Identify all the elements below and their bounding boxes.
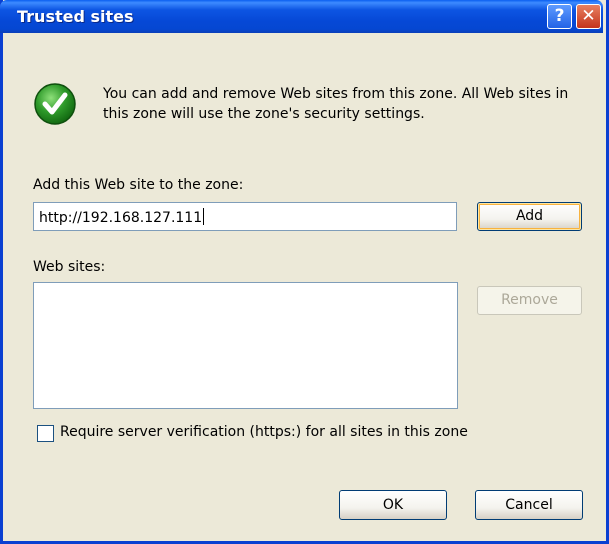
text-caret [203, 208, 205, 225]
help-button[interactable]: ? [547, 4, 572, 29]
https-verification-checkbox[interactable] [37, 425, 54, 442]
add-site-label: Add this Web site to the zone: [33, 177, 244, 193]
add-button[interactable]: Add [477, 202, 582, 231]
close-button[interactable]: ✕ [576, 4, 601, 29]
zone-description: You can add and remove Web sites from th… [103, 86, 569, 122]
title-bar[interactable]: Trusted sites ? ✕ [0, 0, 603, 33]
web-sites-label: Web sites: [33, 259, 106, 275]
close-icon: ✕ [581, 6, 596, 26]
remove-button[interactable]: Remove [477, 286, 582, 315]
https-verification-label[interactable]: Require server verification (https:) for… [60, 424, 468, 440]
site-url-input[interactable]: http://192.168.127.111 [33, 202, 457, 231]
ok-button[interactable]: OK [339, 490, 447, 520]
web-sites-list[interactable] [33, 282, 458, 409]
dialog-title: Trusted sites [17, 7, 134, 26]
help-icon: ? [554, 6, 565, 26]
green-checkmark-icon [34, 83, 76, 125]
cancel-button[interactable]: Cancel [475, 490, 583, 520]
site-url-value: http://192.168.127.111 [39, 210, 203, 226]
